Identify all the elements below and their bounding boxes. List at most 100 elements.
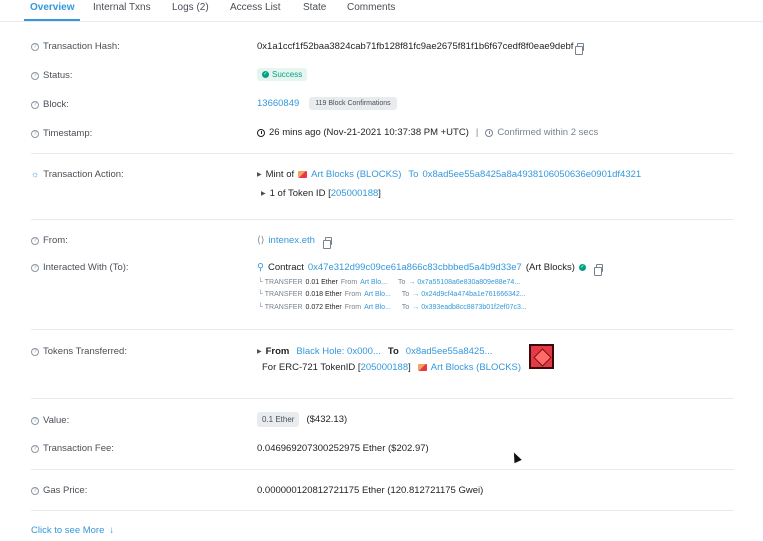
transfer-to-link[interactable]: → 0x393eadb8cc8873b01f2ef07c3... bbox=[412, 304, 526, 311]
transfer-amount: 0.072 Ether bbox=[305, 304, 342, 311]
copy-icon[interactable] bbox=[593, 263, 603, 276]
timestamp-label-row: ? Timestamp: bbox=[31, 128, 92, 139]
tokens-transfer-row: ▶ From Black Hole: 0x000... To 0x8ad5ee5… bbox=[257, 346, 492, 357]
tab-access-list[interactable]: Access List bbox=[230, 2, 281, 13]
timestamp-value-row: 26 mins ago (Nov-21-2021 10:37:38 PM +UT… bbox=[257, 127, 598, 138]
value-label-row: ? Value: bbox=[31, 415, 69, 426]
caret-right-icon: ▶ bbox=[261, 191, 266, 197]
question-icon: ? bbox=[31, 71, 39, 80]
tx-hash-value: 0x1a1ccf1f52baa3824cab71fb128f81fc9ae267… bbox=[257, 41, 574, 52]
tokens-token-id-link[interactable]: 205000188 bbox=[361, 362, 409, 373]
fee-label: Transaction Fee: bbox=[43, 443, 114, 454]
gas-value: 0.000000120812721175 Ether (120.81272117… bbox=[257, 485, 484, 496]
transfer-to-label: To bbox=[398, 279, 406, 286]
to-text: To bbox=[408, 169, 419, 180]
question-icon: ? bbox=[31, 100, 39, 109]
tokens-close: ] bbox=[408, 362, 411, 373]
transfer-to-link[interactable]: → 0x7a55108a6e830a809e88e74... bbox=[408, 279, 520, 286]
from-address-link[interactable]: intenex.eth bbox=[268, 235, 314, 246]
transfer-from-label: From bbox=[344, 304, 362, 311]
collection-link[interactable]: Art Blocks (BLOCKS) bbox=[311, 169, 401, 180]
contract-address-link[interactable]: 0x47e312d99c09ce61a866c83cbbbed5a4b9d33e… bbox=[308, 262, 522, 273]
interacted-label-row: ? Interacted With (To): bbox=[31, 262, 129, 273]
transfer-prefix: └ TRANSFER bbox=[258, 291, 303, 298]
divider bbox=[31, 398, 734, 399]
tokens-from-link[interactable]: Black Hole: 0x000... bbox=[296, 346, 381, 357]
value-usd: ($432.13) bbox=[306, 414, 348, 425]
confirmed-within: Confirmed within 2 secs bbox=[497, 127, 599, 138]
stopwatch-icon bbox=[485, 128, 494, 137]
timestamp-value: 26 mins ago (Nov-21-2021 10:37:38 PM +UT… bbox=[269, 127, 469, 138]
transfer-to-link[interactable]: → 0x24d9cf4a474ba1e761666342... bbox=[412, 291, 525, 298]
arrow-down-icon: ↓ bbox=[109, 525, 115, 536]
divider bbox=[31, 510, 734, 511]
tokens-to-link[interactable]: 0x8ad5ee55a8425... bbox=[406, 346, 493, 357]
tab-comments[interactable]: Comments bbox=[347, 2, 395, 13]
question-icon: ? bbox=[31, 236, 39, 245]
token-id-link[interactable]: 205000188 bbox=[331, 188, 379, 199]
verified-icon: ✓ bbox=[578, 264, 586, 271]
lightbulb-icon: ☼ bbox=[31, 169, 40, 179]
divider bbox=[31, 329, 734, 330]
fee-value: 0.046969207300252975 Ether ($202.97) bbox=[257, 443, 429, 454]
block-number-link[interactable]: 13660849 bbox=[257, 98, 299, 109]
to-address-link[interactable]: 0x8ad5ee55a8425a8a4938106050636e0901df43… bbox=[422, 169, 641, 180]
transfer-from-link[interactable]: Art Blo... bbox=[360, 279, 387, 286]
from-label: From: bbox=[43, 235, 68, 246]
internal-transfer-row: └ TRANSFER 0.018 Ether From Art Blo... T… bbox=[258, 291, 526, 298]
caret-right-icon: ▶ bbox=[257, 172, 262, 178]
token-id-row: ▶ 1 of Token ID [205000188] bbox=[261, 188, 381, 199]
tx-hash-value-row: 0x1a1ccf1f52baa3824cab71fb128f81fc9ae267… bbox=[257, 41, 585, 55]
see-more-label: Click to see More bbox=[31, 525, 105, 536]
tab-overview[interactable]: Overview bbox=[30, 2, 74, 13]
from-value-row: ⟨⟩ intenex.eth bbox=[257, 235, 332, 249]
block-value-row: 13660849 119 Block Confirmations bbox=[257, 97, 397, 110]
tab-internal-txns[interactable]: Internal Txns bbox=[93, 2, 151, 13]
divider bbox=[31, 469, 734, 470]
transfer-amount: 0.018 Ether bbox=[305, 291, 342, 298]
copy-icon[interactable] bbox=[575, 42, 585, 55]
tokens-label: Tokens Transferred: bbox=[43, 346, 127, 357]
token-thumbnail[interactable] bbox=[529, 344, 554, 369]
question-icon: ? bbox=[31, 129, 39, 138]
caret-right-icon: ▶ bbox=[257, 349, 262, 355]
block-label: Block: bbox=[43, 99, 69, 110]
active-tab-indicator bbox=[24, 19, 80, 21]
see-more-button[interactable]: Click to see More ↓ bbox=[31, 525, 114, 536]
status-value-row: ✓ Success bbox=[257, 68, 308, 81]
tokens-collection-link[interactable]: Art Blocks (BLOCKS) bbox=[431, 362, 521, 373]
gas-label-row: ? Gas Price: bbox=[31, 485, 87, 496]
tokens-label-row: ? Tokens Transferred: bbox=[31, 346, 127, 357]
tx-action-label-row: ☼ Transaction Action: bbox=[31, 169, 124, 180]
tab-state[interactable]: State bbox=[303, 2, 326, 13]
tokens-to-label: To bbox=[387, 346, 399, 357]
transfer-to-label: To bbox=[401, 304, 410, 311]
from-label-row: ? From: bbox=[31, 235, 68, 246]
value-label: Value: bbox=[43, 415, 70, 426]
gas-row: 0.000000120812721175 Ether (120.81272117… bbox=[257, 485, 483, 496]
tab-logs[interactable]: Logs (2) bbox=[172, 2, 209, 13]
contract-search-icon: ⚲ bbox=[257, 262, 264, 273]
transfer-prefix: └ TRANSFER bbox=[258, 304, 303, 311]
interacted-label: Interacted With (To): bbox=[43, 262, 129, 273]
gas-label: Gas Price: bbox=[43, 485, 88, 496]
transfer-from-link[interactable]: Art Blo... bbox=[364, 304, 391, 311]
tx-action-row: ▶ Mint of Art Blocks (BLOCKS) To 0x8ad5e… bbox=[257, 169, 641, 180]
value-badge: 0.1 Ether bbox=[257, 412, 300, 427]
internal-transfer-row: └ TRANSFER 0.072 Ether From Art Blo... T… bbox=[258, 304, 527, 311]
transfer-to-label: To bbox=[401, 291, 410, 298]
contract-name: (Art Blocks) bbox=[525, 262, 575, 273]
copy-icon[interactable] bbox=[322, 236, 332, 249]
divider bbox=[31, 153, 734, 154]
tab-bar: Overview Internal Txns Logs (2) Access L… bbox=[0, 0, 763, 22]
fee-row: 0.046969207300252975 Ether ($202.97) bbox=[257, 443, 429, 454]
transfer-from-link[interactable]: Art Blo... bbox=[364, 291, 391, 298]
question-icon: ? bbox=[31, 486, 39, 495]
interacted-value-row: ⚲ Contract 0x47e312d99c09ce61a866c83cbbb… bbox=[257, 262, 603, 276]
tx-action-label: Transaction Action: bbox=[43, 169, 124, 180]
status-badge: ✓ Success bbox=[257, 68, 308, 81]
question-icon: ? bbox=[31, 416, 39, 425]
status-value: Success bbox=[272, 70, 303, 79]
token-prefix: 1 of Token ID [ bbox=[269, 188, 331, 199]
transfer-prefix: └ TRANSFER bbox=[258, 279, 303, 286]
